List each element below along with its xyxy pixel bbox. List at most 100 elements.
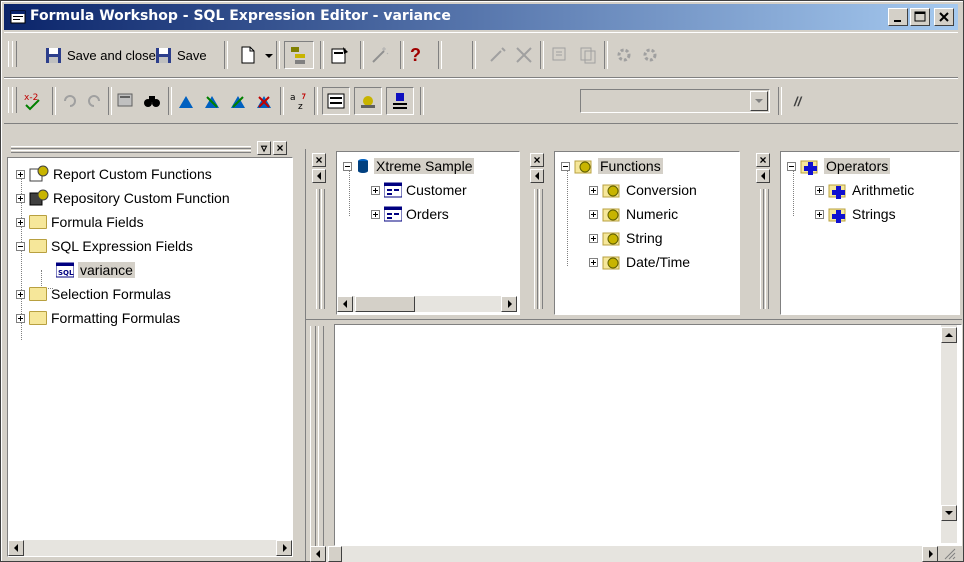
operators-pane-collapse-button[interactable] [756,169,770,183]
toolbar-grip[interactable] [12,87,17,113]
functions-pane-collapse-button[interactable] [530,169,544,183]
resize-grip-icon[interactable] [944,548,956,560]
expand-icon[interactable] [16,217,25,227]
syntax-combo-arrow[interactable] [750,91,768,111]
toggle-operators-button[interactable] [386,87,414,115]
splitter-grip[interactable] [321,189,325,309]
expand-icon[interactable] [589,185,598,195]
close-button[interactable] [934,8,954,26]
collapse-icon[interactable] [343,161,352,171]
scroll-thumb[interactable] [355,296,415,312]
tree-item-formatting-formulas[interactable]: Formatting Formulas [16,308,180,328]
splitter-grip[interactable] [318,326,324,546]
editor-vertical-scrollbar[interactable] [941,325,957,543]
functions-pane-close-button[interactable]: × [530,153,544,167]
expand-icon[interactable] [16,289,25,299]
operators-tree[interactable]: Operators Arithmetic Strings [780,151,960,315]
save-and-close-button[interactable]: Save and close [44,43,156,67]
check-syntax-button[interactable]: x-2 [22,89,42,113]
new-button[interactable] [238,43,258,67]
tree-item-variance[interactable]: SQL variance [56,260,135,280]
undo-button[interactable] [60,89,80,113]
functions-tree[interactable]: Functions Conversion Numeric String Date… [554,151,740,315]
add-to-repository-button[interactable] [640,43,660,67]
splitter-grip[interactable] [534,189,538,309]
panel-grip[interactable] [11,150,251,153]
tree-item-repository-custom-functions[interactable]: Repository Custom Function [16,188,230,208]
editor-horizontal-scrollbar[interactable] [310,546,938,562]
expand-icon[interactable] [589,233,598,243]
expand-icon[interactable] [16,193,25,203]
tree-item-string[interactable]: String [589,228,663,248]
fields-tree[interactable]: Xtreme Sample Customer Orders [336,151,520,315]
tree-item-date-time[interactable]: Date/Time [589,252,690,272]
rename-button[interactable] [550,43,570,67]
tree-item-numeric[interactable]: Numeric [589,204,678,224]
help-button[interactable]: ? [410,43,421,67]
scroll-right-button[interactable] [922,546,938,562]
tree-item-functions[interactable]: Functions [561,156,663,176]
delete-button[interactable] [514,43,534,67]
splitter-grip[interactable] [765,189,769,309]
tree-item-arithmetic[interactable]: Arithmetic [815,180,914,200]
toggle-tree-button[interactable] [284,41,314,69]
splitter-grip[interactable] [539,189,543,309]
expand-icon[interactable] [371,209,380,219]
comment-button[interactable]: // [794,89,801,113]
bookmark-toggle-button[interactable] [176,89,196,113]
expand-icon[interactable] [371,185,380,195]
panel-grip[interactable] [11,146,251,149]
expand-icon[interactable] [589,257,598,267]
new-formula-button[interactable] [488,43,508,67]
tree-item-report-custom-functions[interactable]: Report Custom Functions [16,164,212,184]
expand-icon[interactable] [815,185,824,195]
collapse-icon[interactable] [561,161,570,171]
scroll-right-button[interactable] [276,540,292,556]
new-dropdown-button[interactable] [264,43,274,67]
scroll-thumb[interactable] [328,546,342,562]
fields-pane-close-button[interactable]: × [312,153,326,167]
tree-item-selection-formulas[interactable]: Selection Formulas [16,284,171,304]
toggle-functions-button[interactable] [354,87,382,115]
tree-item-conversion[interactable]: Conversion [589,180,697,200]
formula-tree[interactable]: Report Custom Functions Repository Custo… [7,157,293,557]
fields-pane-collapse-button[interactable] [312,169,326,183]
syntax-combo[interactable] [580,89,770,113]
expand-icon[interactable] [16,313,25,323]
scroll-left-button[interactable] [337,296,353,312]
operators-pane-close-button[interactable]: × [756,153,770,167]
scroll-down-button[interactable] [941,505,957,521]
tree-item-sql-expression-fields[interactable]: SQL Expression Fields [16,236,193,256]
tree-item-customer[interactable]: Customer [371,180,467,200]
expand-icon[interactable] [16,169,25,179]
title-bar[interactable]: Formula Workshop - SQL Expression Editor… [4,4,958,30]
scroll-right-button[interactable] [501,296,517,312]
expert-button[interactable] [370,43,390,67]
save-button[interactable]: Save [154,43,207,67]
tree-item-formula-fields[interactable]: Formula Fields [16,212,144,232]
properties-button[interactable] [330,43,350,67]
next-bookmark-button[interactable] [202,89,222,113]
sql-expression-editor[interactable] [334,324,962,546]
tree-item-xtreme-sample[interactable]: Xtreme Sample [343,156,475,176]
panel-close-button[interactable]: × [273,141,287,155]
collapse-icon[interactable] [16,241,25,251]
copy-button[interactable] [578,43,598,67]
browse-data-button[interactable] [116,89,136,113]
extract-button[interactable] [614,43,634,67]
tree-item-operators[interactable]: Operators [787,156,891,176]
sort-button[interactable]: az [288,89,308,113]
expand-icon[interactable] [589,209,598,219]
left-horizontal-scrollbar[interactable] [8,540,292,556]
tree-item-strings[interactable]: Strings [815,204,896,224]
tree-item-orders[interactable]: Orders [371,204,449,224]
splitter-grip[interactable] [316,189,320,309]
expand-icon[interactable] [815,209,824,219]
collapse-icon[interactable] [787,161,796,171]
panel-restore-button[interactable]: ▿ [257,141,271,155]
clear-bookmarks-button[interactable] [254,89,274,113]
splitter-grip[interactable] [310,326,316,546]
minimize-button[interactable] [888,8,908,26]
toggle-fields-button[interactable] [322,87,350,115]
find-button[interactable] [142,89,162,113]
